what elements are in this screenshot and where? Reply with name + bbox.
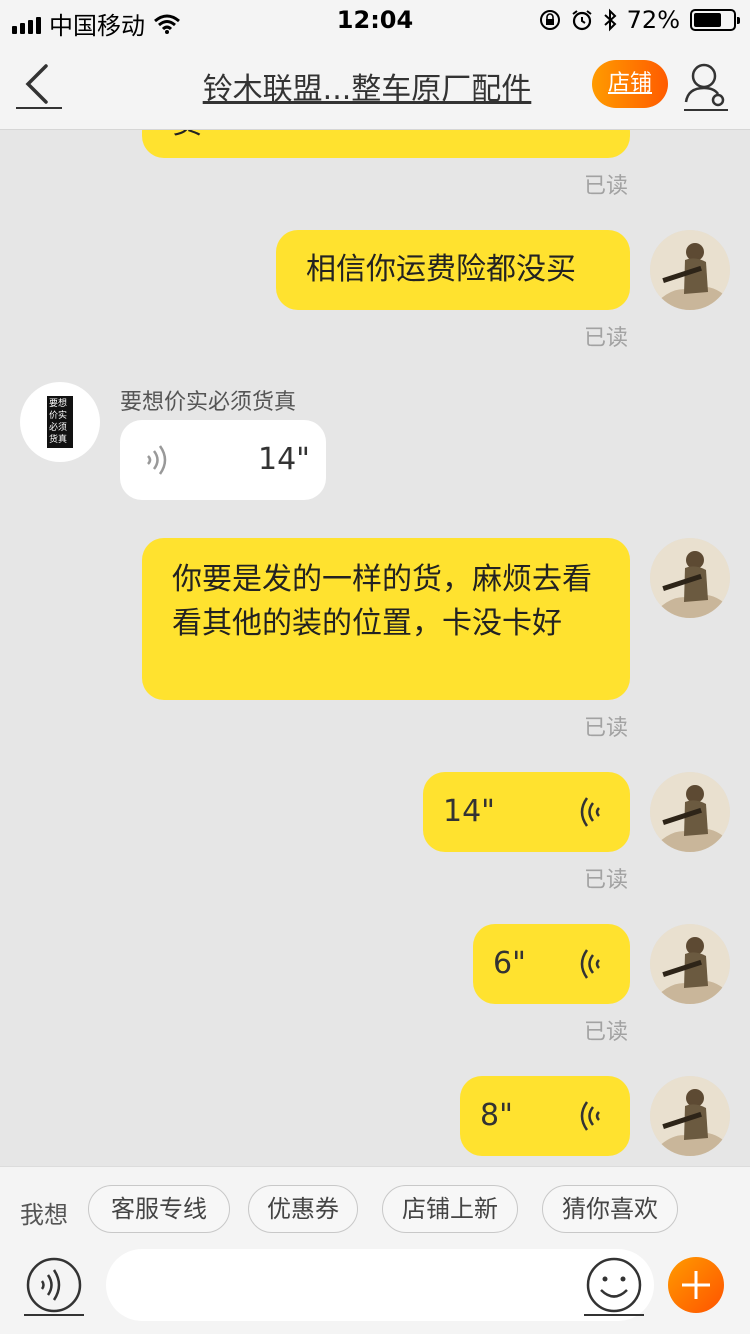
message-bubble-partial[interactable]: 货 <box>142 130 630 158</box>
contact-avatar[interactable]: 要想价实必须货真 <box>20 382 100 462</box>
quick-chip-customer-service[interactable]: 客服专线 <box>88 1185 230 1233</box>
voice-toggle-icon[interactable] <box>24 1257 84 1317</box>
read-receipt: 已读 <box>583 716 628 741</box>
quick-reply-label: 我想 <box>20 1201 68 1229</box>
message-input[interactable] <box>106 1249 654 1321</box>
my-avatar[interactable] <box>650 924 730 1004</box>
read-receipt: 已读 <box>583 1020 628 1045</box>
nav-bar: 铃木联盟...整车原厂配件 店铺 <box>0 40 750 130</box>
alarm-icon <box>572 10 592 31</box>
voice-duration: 8" <box>480 1098 513 1133</box>
voice-wave-icon <box>580 797 600 827</box>
voice-message-bubble-mine[interactable]: 14" <box>423 772 630 852</box>
read-receipt: 已读 <box>583 868 628 893</box>
my-avatar[interactable] <box>650 1076 730 1156</box>
battery-icon <box>690 9 740 31</box>
voice-duration: 6" <box>493 946 526 981</box>
quick-chip-coupons[interactable]: 优惠券 <box>248 1185 358 1233</box>
message-text: 你要是发的一样的货，麻烦去看看其他的装的位置，卡没卡好 <box>172 562 592 641</box>
battery-percent: 72% <box>626 6 680 34</box>
read-receipt: 已读 <box>583 174 628 199</box>
lock-rotation-icon <box>539 10 560 30</box>
read-receipt: 已读 <box>583 326 628 351</box>
message-text: 相信你运费险都没买 <box>306 252 576 287</box>
plus-icon <box>682 1271 710 1299</box>
more-actions-button[interactable] <box>668 1257 724 1313</box>
my-avatar[interactable] <box>650 772 730 852</box>
input-row <box>0 1249 750 1325</box>
bottom-bar: 我想 客服专线 优惠券 店铺上新 猜你喜欢 <box>0 1166 750 1334</box>
back-icon[interactable] <box>14 58 64 110</box>
user-settings-icon[interactable] <box>682 60 730 112</box>
my-avatar[interactable] <box>650 230 730 310</box>
voice-wave-icon <box>580 949 600 979</box>
quick-reply-bar: 我想 客服专线 优惠券 店铺上新 猜你喜欢 <box>0 1185 750 1235</box>
quick-chip-recommendations[interactable]: 猜你喜欢 <box>542 1185 678 1233</box>
message-bubble-mine[interactable]: 相信你运费险都没买 <box>276 230 630 310</box>
emoji-icon[interactable] <box>584 1257 644 1317</box>
voice-duration: 14" <box>443 794 495 829</box>
message-text: 货 <box>172 130 202 146</box>
my-avatar[interactable] <box>650 538 730 618</box>
voice-wave-icon <box>580 1101 600 1131</box>
shop-button[interactable]: 店铺 <box>592 60 668 108</box>
voice-wave-icon <box>147 445 167 475</box>
message-list[interactable]: 货 已读 相信你运费险都没买 已读 要想价实必须货真 要想价实必须货真 <box>0 130 750 1166</box>
sender-name: 要想价实必须货真 <box>120 390 297 415</box>
voice-message-bubble-mine[interactable]: 8" <box>460 1076 630 1156</box>
voice-duration: 14" <box>258 442 310 477</box>
status-bar: 中国移动 12:04 72% <box>0 0 750 40</box>
bluetooth-icon <box>603 8 617 32</box>
chat-title[interactable]: 铃木联盟...整车原厂配件 <box>160 64 574 108</box>
voice-message-bubble-mine[interactable]: 6" <box>473 924 630 1004</box>
chat-screen: 中国移动 12:04 72% 铃木联盟...整车原厂配件 店铺 已读 相信你运费… <box>0 0 750 1334</box>
contact-avatar-logo: 要想价实必须货真 <box>47 396 73 448</box>
message-bubble-mine[interactable]: 你要是发的一样的货，麻烦去看看其他的装的位置，卡没卡好 <box>142 538 630 700</box>
voice-message-bubble[interactable]: 14" <box>120 420 326 500</box>
quick-chip-new-arrivals[interactable]: 店铺上新 <box>382 1185 518 1233</box>
